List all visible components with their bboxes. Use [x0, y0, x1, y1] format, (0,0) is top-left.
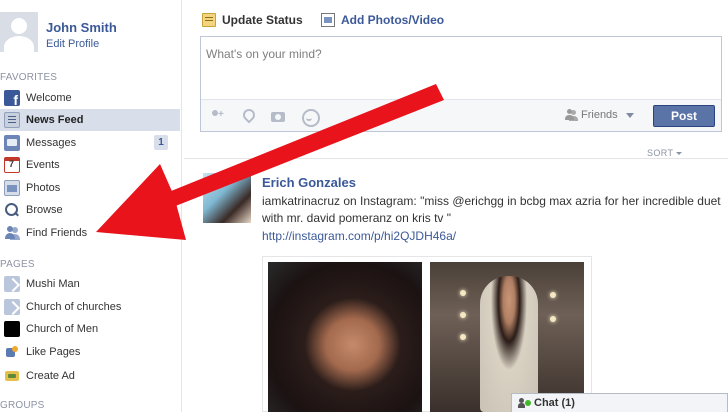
- avatar[interactable]: [0, 12, 38, 52]
- friends-icon: [4, 225, 20, 241]
- profile-block[interactable]: John Smith Edit Profile: [0, 12, 182, 56]
- audience-selector[interactable]: Friends: [564, 108, 634, 122]
- news-feed-icon: [4, 112, 20, 128]
- search-icon: [4, 202, 20, 218]
- photo-icon: [321, 13, 335, 27]
- tab-add-photos-video[interactable]: Add Photos/Video: [321, 13, 444, 27]
- sidebar-item-browse[interactable]: Browse: [0, 199, 180, 221]
- online-dot-icon: [525, 400, 531, 406]
- sidebar-item-label: Events: [26, 159, 60, 171]
- smiley-icon[interactable]: [301, 108, 320, 127]
- sidebar-item-label: Messages: [26, 137, 77, 149]
- like-pages-icon: [4, 344, 20, 360]
- post-button[interactable]: Post: [653, 105, 715, 127]
- sidebar-item-church-of-churches[interactable]: Church of churches: [0, 296, 180, 318]
- section-title-favorites: FAVORITES: [0, 72, 58, 83]
- sidebar-item-create-ad[interactable]: Create Ad: [0, 365, 180, 387]
- sidebar-item-find-friends[interactable]: Find Friends: [0, 222, 180, 244]
- messages-icon: [4, 135, 20, 151]
- tab-update-status[interactable]: Update Status: [202, 13, 303, 27]
- status-input[interactable]: [206, 43, 706, 65]
- story-author-name[interactable]: Erich Gonzales: [262, 175, 356, 190]
- page-icon: [4, 299, 20, 315]
- chat-label: Chat (1): [534, 397, 575, 409]
- friends-icon: [564, 108, 578, 122]
- page-icon: [4, 276, 20, 292]
- left-sidebar: John Smith Edit Profile FAVORITES Welcom…: [0, 0, 182, 412]
- sidebar-item-label: Mushi Man: [26, 278, 80, 290]
- sidebar-item-church-of-men[interactable]: Church of Men: [0, 318, 180, 340]
- sidebar-item-photos[interactable]: Photos: [0, 177, 180, 199]
- sort-menu[interactable]: SORT: [647, 148, 683, 158]
- sidebar-item-label: News Feed: [26, 114, 84, 126]
- audience-label: Friends: [581, 109, 618, 121]
- story-link[interactable]: http://instagram.com/p/hi2QJDH46a/: [262, 229, 456, 243]
- section-title-pages: PAGES: [0, 259, 35, 270]
- photos-icon: [4, 180, 20, 196]
- tag-friends-icon[interactable]: [209, 108, 225, 124]
- story-text: iamkatrinacruz on Instagram: "miss @eric…: [262, 194, 721, 225]
- sidebar-item-events[interactable]: Events: [0, 154, 180, 176]
- chevron-down-icon: [676, 152, 683, 156]
- sidebar-item-mushi-man[interactable]: Mushi Man: [0, 273, 180, 295]
- sidebar-item-label: Photos: [26, 182, 61, 194]
- status-icon: [202, 13, 216, 27]
- sidebar-item-label: Browse: [26, 204, 63, 216]
- sidebar-item-messages[interactable]: Messages 1: [0, 132, 180, 154]
- section-title-groups: GROUPS: [0, 400, 45, 411]
- story-photo-2[interactable]: [430, 262, 584, 412]
- sidebar-item-label: Welcome: [26, 92, 72, 104]
- sort-label: SORT: [647, 148, 674, 158]
- chevron-down-icon: [625, 112, 634, 118]
- sidebar-item-label: Like Pages: [26, 346, 81, 358]
- sidebar-item-news-feed[interactable]: News Feed: [0, 109, 180, 131]
- composer-box: Friends Post: [200, 36, 722, 132]
- story-author-avatar[interactable]: [203, 173, 251, 223]
- black-square-icon: [4, 321, 20, 337]
- sidebar-item-welcome[interactable]: Welcome: [0, 87, 180, 109]
- story-photo-1[interactable]: [268, 262, 422, 412]
- status-composer: Update Status Add Photos/Video Friends P…: [200, 0, 728, 140]
- tab-add-photos-label: Add Photos/Video: [341, 13, 445, 27]
- profile-name[interactable]: John Smith: [46, 20, 117, 35]
- sidebar-item-label: Church of Men: [26, 323, 99, 335]
- tab-update-status-label: Update Status: [222, 13, 303, 27]
- messages-count-badge: 1: [154, 135, 168, 150]
- location-pin-icon[interactable]: [239, 108, 255, 124]
- facebook-icon: [4, 90, 20, 108]
- edit-profile-link[interactable]: Edit Profile: [46, 38, 99, 50]
- sidebar-item-label: Find Friends: [26, 227, 88, 239]
- sidebar-item-like-pages[interactable]: Like Pages: [0, 341, 180, 363]
- sidebar-item-label: Church of churches: [26, 301, 122, 313]
- create-ad-icon: [4, 368, 20, 384]
- sidebar-item-label: Create Ad: [26, 370, 75, 382]
- camera-icon[interactable]: [270, 108, 286, 124]
- events-icon: [4, 157, 20, 173]
- composer-toolbar: Friends Post: [201, 99, 721, 131]
- feed-divider: [184, 158, 728, 159]
- chat-bar[interactable]: Chat (1): [511, 393, 728, 412]
